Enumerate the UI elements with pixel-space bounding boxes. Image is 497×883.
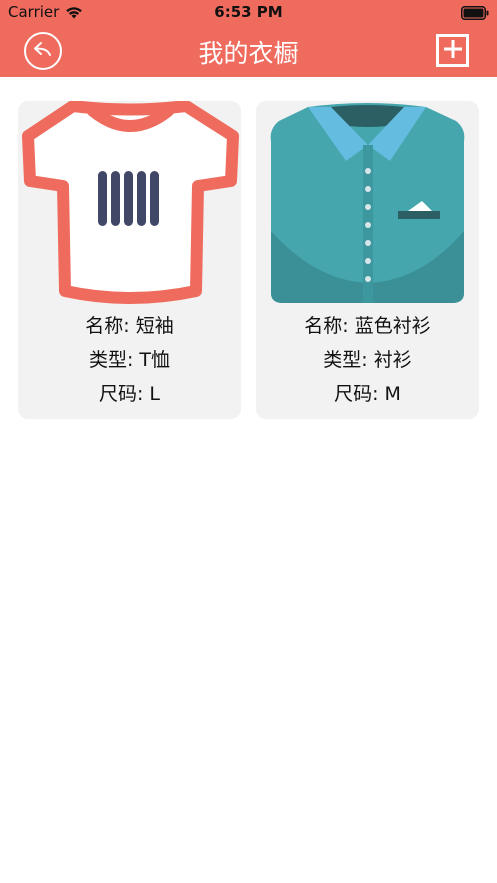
status-bar: Carrier 6:53 PM bbox=[0, 0, 497, 26]
item-type: 类型: T恤 bbox=[88, 349, 171, 371]
card-info: 名称: 短袖 类型: T恤 尺码: L bbox=[18, 309, 241, 411]
wardrobe-screen: Carrier 6:53 PM 我的衣橱 名称: 短袖 类型: T恤 尺码: L… bbox=[0, 0, 497, 883]
blue-shirt-icon bbox=[256, 101, 479, 309]
item-type: 类型: 衬衫 bbox=[323, 349, 412, 371]
card-image bbox=[256, 101, 479, 305]
card-info: 名称: 蓝色衬衫 类型: 衬衫 尺码: M bbox=[256, 309, 479, 411]
page-title: 我的衣橱 bbox=[198, 39, 299, 68]
battery-icon bbox=[461, 5, 489, 24]
clothing-card[interactable]: 名称: 蓝色衬衫 类型: 衬衫 尺码: M bbox=[256, 101, 479, 419]
tshirt-icon bbox=[18, 100, 241, 309]
card-image bbox=[18, 100, 241, 305]
item-name: 名称: 短袖 bbox=[85, 315, 174, 337]
status-time: 6:53 PM bbox=[214, 3, 283, 21]
item-size: 尺码: L bbox=[98, 383, 161, 405]
item-name: 名称: 蓝色衬衫 bbox=[304, 315, 431, 337]
wardrobe-grid: 名称: 短袖 类型: T恤 尺码: L 名称: 蓝色衬衫 类型: 衬衫 尺码: … bbox=[18, 100, 479, 419]
header: Carrier 6:53 PM 我的衣橱 bbox=[0, 0, 497, 77]
clothing-card[interactable]: 名称: 短袖 类型: T恤 尺码: L bbox=[18, 100, 241, 419]
navbar: 我的衣橱 bbox=[0, 26, 497, 77]
add-item-button[interactable] bbox=[436, 34, 469, 67]
plus-square-icon bbox=[443, 39, 463, 63]
item-size: 尺码: M bbox=[334, 383, 401, 405]
